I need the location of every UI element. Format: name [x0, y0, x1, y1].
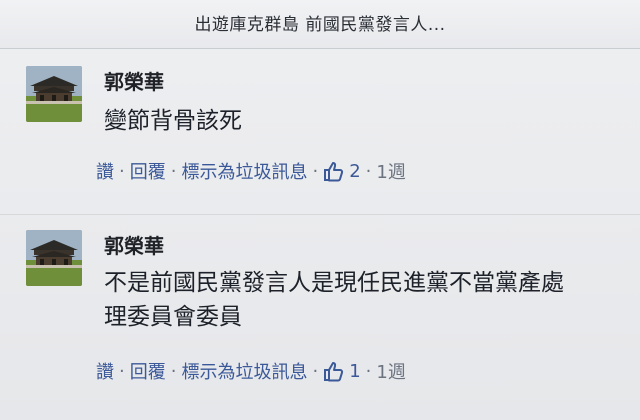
like-count[interactable]: 2 [349, 161, 360, 182]
like-button[interactable]: 讚 [96, 158, 114, 184]
comment-actions: 讚 · 回覆 · 標示為垃圾訊息 · 1 · 1週 [96, 358, 406, 384]
comment-timestamp[interactable]: 1週 [376, 358, 405, 384]
comment-timestamp[interactable]: 1週 [376, 158, 405, 184]
separator: · [119, 360, 125, 382]
avatar[interactable] [26, 230, 82, 286]
separator: · [170, 360, 177, 382]
separator: · [365, 160, 372, 182]
comment-item: 郭榮華 變節背骨該死 讚 · 回覆 · 標示為垃圾訊息 · 2 · 1週 [0, 62, 640, 202]
separator: · [312, 360, 319, 382]
mark-spam-button[interactable]: 標示為垃圾訊息 [181, 358, 307, 384]
separator: · [119, 160, 125, 182]
comment-text-line: 不是前國民黨發言人是現任民進黨不當黨產處 [104, 270, 564, 296]
thumbs-up-icon[interactable] [323, 160, 345, 182]
temple-photo-avatar [26, 66, 82, 122]
avatar[interactable] [26, 66, 82, 122]
mark-spam-button[interactable]: 標示為垃圾訊息 [181, 158, 307, 184]
temple-photo-avatar [26, 230, 82, 286]
comment-text: 不是前國民黨發言人是現任民進黨不當黨產處 理委員會委員 [104, 266, 624, 334]
header-bar: 出遊庫克群島 前國民黨發言人... [0, 0, 640, 49]
reply-button[interactable]: 回覆 [130, 158, 166, 184]
comment-author[interactable]: 郭榮華 [104, 66, 164, 95]
comment-item: 郭榮華 不是前國民黨發言人是現任民進黨不當黨產處 理委員會委員 讚 · 回覆 ·… [0, 226, 640, 386]
comment-actions: 讚 · 回覆 · 標示為垃圾訊息 · 2 · 1週 [96, 158, 406, 184]
reply-button[interactable]: 回覆 [130, 358, 166, 384]
like-count[interactable]: 1 [349, 361, 360, 382]
page-title: 出遊庫克群島 前國民黨發言人... [194, 15, 446, 35]
screen: 出遊庫克群島 前國民黨發言人... 郭榮華 變節背骨該死 讚 · 回覆 · 標示… [0, 0, 640, 420]
thumbs-up-icon[interactable] [323, 360, 345, 382]
comment-text: 變節背骨該死 [104, 108, 242, 134]
separator: · [365, 360, 372, 382]
separator: · [312, 160, 319, 182]
separator: · [170, 160, 177, 182]
like-button[interactable]: 讚 [96, 358, 114, 384]
comment-author[interactable]: 郭榮華 [104, 230, 164, 259]
comment-text-line: 理委員會委員 [104, 304, 242, 330]
divider [0, 214, 640, 215]
